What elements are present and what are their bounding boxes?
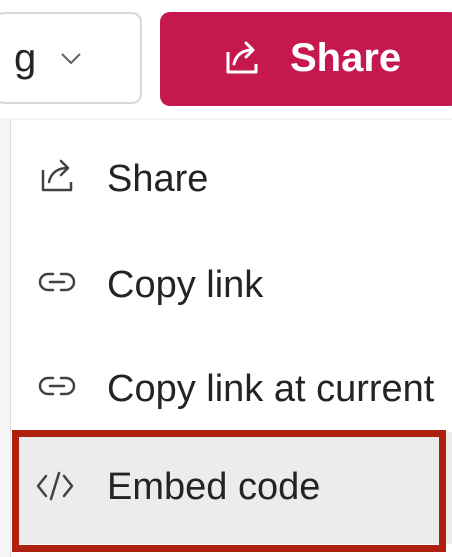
- menu-item-copy-link[interactable]: Copy link: [11, 238, 452, 338]
- share-button[interactable]: Share: [160, 12, 452, 106]
- code-icon: [36, 471, 74, 501]
- share-menu: Share Copy link Copy link at current Emb…: [10, 120, 452, 557]
- screen: g Share Share Copy link Copy link at cur…: [0, 0, 452, 557]
- view-dropdown[interactable]: g: [0, 12, 142, 104]
- chevron-down-icon: [61, 53, 81, 65]
- share-icon: [41, 159, 73, 192]
- link-icon: [38, 272, 76, 292]
- link-icon: [38, 376, 76, 396]
- menu-item-copy-link-current[interactable]: Copy link at current: [11, 342, 452, 442]
- menu-item-label: Embed code: [107, 466, 321, 508]
- menu-item-share[interactable]: Share: [11, 130, 452, 230]
- toolbar: g Share: [0, 0, 452, 118]
- menu-item-label: Copy link at current: [107, 368, 435, 410]
- dropdown-value: g: [14, 36, 37, 80]
- menu-item-label: Copy link: [107, 264, 264, 306]
- menu-item-embed-code[interactable]: Embed code: [17, 432, 452, 544]
- share-icon: [226, 41, 258, 74]
- menu-item-label: Share: [107, 158, 209, 200]
- share-button-label: Share: [290, 36, 402, 80]
